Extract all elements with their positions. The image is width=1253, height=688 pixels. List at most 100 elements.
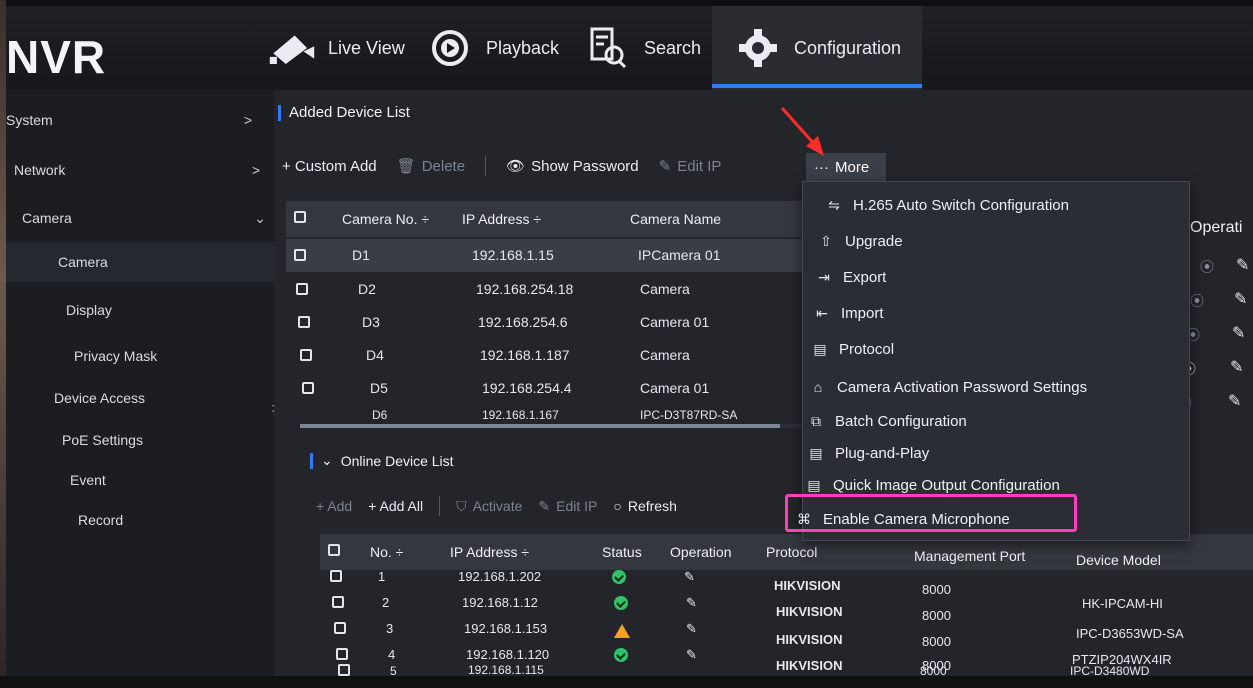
- nav-configuration[interactable]: Configuration: [712, 6, 922, 90]
- menu-item-import[interactable]: ⇤ Import: [803, 296, 1191, 330]
- col-management-port: Management Port: [914, 548, 1026, 564]
- sidebar-item-system[interactable]: System >: [6, 98, 274, 142]
- pencil-icon[interactable]: ✎: [1228, 391, 1241, 411]
- sidebar-item-label: System: [6, 112, 53, 128]
- cell-ip: 192.168.1.115: [468, 664, 544, 676]
- select-all-checkbox[interactable]: [294, 211, 306, 223]
- sidebar-item-camera[interactable]: Camera: [6, 242, 274, 282]
- select-all-checkbox[interactable]: [328, 544, 340, 556]
- pencil-icon[interactable]: ✎: [1234, 289, 1247, 309]
- menu-item-batch-configuration[interactable]: ⧉ Batch Configuration: [803, 404, 1191, 438]
- row-checkbox[interactable]: [294, 249, 306, 261]
- table-row[interactable]: D3 192.168.254.6 Camera 01: [290, 306, 802, 339]
- sidebar-item-network[interactable]: Network >: [6, 148, 274, 192]
- sidebar-item-poe-settings[interactable]: PoE Settings >: [6, 418, 286, 462]
- menu-item-label: Camera Activation Password Settings: [837, 378, 1088, 396]
- cell-ip: 192.168.254.4: [482, 380, 572, 396]
- add-all-button[interactable]: + Add All: [368, 498, 423, 514]
- document-icon: ▤: [813, 340, 827, 357]
- table-row[interactable]: 2 192.168.1.12 ✎ HIKVISION 8000: [324, 592, 1253, 623]
- row-checkbox[interactable]: [332, 596, 344, 608]
- menu-item-label: Protocol: [839, 340, 895, 358]
- table-row[interactable]: D5 192.168.254.4 Camera 01: [294, 372, 802, 405]
- refresh-button[interactable]: ○ Refresh: [613, 498, 677, 514]
- col-ip-address[interactable]: IP Address ÷: [462, 211, 541, 227]
- pencil-icon[interactable]: ✎: [1230, 357, 1243, 377]
- pencil-icon[interactable]: ✎: [686, 647, 697, 663]
- lock-icon: ⌂: [813, 379, 823, 395]
- cell-ip: 192.168.1.120: [466, 647, 550, 662]
- activate-button[interactable]: ⛉ Activate: [456, 498, 522, 515]
- row-checkbox[interactable]: [336, 648, 348, 660]
- chevron-right-icon: >: [243, 112, 252, 128]
- custom-add-button[interactable]: + Custom Add: [282, 158, 377, 175]
- cell-name: Camera 01: [640, 314, 710, 330]
- sidebar-item-display[interactable]: Display: [6, 288, 274, 332]
- nav-live-view-label: Live View: [328, 37, 405, 58]
- operation-column-partial: Operati ⦿ ✎ ⦿ ✎ ⦿ ✎ ⦿ ✎ ⦿ ✎: [1178, 181, 1253, 441]
- col-ip-address[interactable]: IP Address ÷: [450, 544, 529, 560]
- pencil-icon[interactable]: ✎: [686, 595, 697, 611]
- nav-playback[interactable]: Playback: [426, 6, 559, 90]
- scrollbar-thumb[interactable]: [300, 424, 780, 428]
- menu-item-plug-and-play[interactable]: ▤ Plug-and-Play: [803, 436, 1191, 470]
- cell-ip: 192.168.1.15: [472, 247, 554, 263]
- row-checkbox[interactable]: [302, 382, 314, 394]
- refresh-icon: ○: [613, 498, 622, 514]
- menu-item-protocol[interactable]: ▤ Protocol: [803, 332, 1191, 366]
- table-row[interactable]: 3 192.168.1.153 ✎ HIKVISION 8000 IPC-D36…: [326, 618, 1253, 649]
- pencil-icon[interactable]: ✎: [684, 569, 695, 585]
- nav-configuration-label: Configuration: [794, 37, 902, 58]
- section-title-text: Added Device List: [289, 104, 410, 121]
- menu-item-h265-auto-switch[interactable]: ⇋ H.265 Auto Switch Configuration: [803, 188, 1191, 222]
- row-checkbox[interactable]: [330, 570, 342, 582]
- edit-ip-label: Edit IP: [556, 498, 598, 514]
- sidebar-item-label: Privacy Mask: [74, 348, 158, 364]
- search-file-icon: [584, 24, 632, 72]
- sidebar-item-record[interactable]: Record >: [6, 498, 294, 542]
- menu-item-upgrade[interactable]: ⇧ Upgrade: [803, 224, 1191, 258]
- row-checkbox[interactable]: [334, 622, 346, 634]
- pencil-icon[interactable]: ✎: [1232, 323, 1245, 343]
- col-no[interactable]: No. ÷: [370, 544, 403, 560]
- row-checkbox[interactable]: [298, 316, 310, 328]
- cell-no: 5: [390, 664, 397, 676]
- menu-item-camera-activation-password[interactable]: ⌂ Camera Activation Password Settings: [803, 370, 1191, 404]
- table-row[interactable]: D2 192.168.254.18 Camera: [288, 273, 802, 306]
- status-ok-icon: [614, 648, 628, 662]
- chevron-right-icon: >: [251, 162, 260, 178]
- col-camera-no[interactable]: Camera No. ÷: [342, 211, 429, 227]
- sidebar-item-camera-group[interactable]: Camera ⌄: [6, 196, 274, 240]
- row-checkbox[interactable]: [338, 664, 350, 676]
- sidebar-item-device-access[interactable]: Device Access >: [6, 376, 280, 420]
- row-checkbox[interactable]: [300, 349, 312, 361]
- pencil-icon[interactable]: ✎: [686, 621, 697, 637]
- sidebar-item-privacy-mask[interactable]: Privacy Mask: [6, 334, 274, 378]
- nav-live-view[interactable]: Live View: [268, 6, 405, 90]
- table-row[interactable]: D4 192.168.1.187 Camera: [292, 339, 802, 372]
- nav-playback-label: Playback: [486, 37, 560, 58]
- menu-item-label: H.265 Auto Switch Configuration: [853, 196, 1069, 214]
- play-circle-icon[interactable]: ⦿: [1190, 291, 1204, 311]
- nav-search[interactable]: Search: [584, 6, 701, 90]
- table-row[interactable]: D1 192.168.1.15 IPCamera 01: [286, 239, 802, 272]
- col-camera-name[interactable]: Camera Name: [630, 211, 721, 227]
- online-device-list-title[interactable]: ⌄ Online Device List: [310, 452, 454, 469]
- sidebar-item-event[interactable]: Event >: [6, 458, 290, 502]
- status-ok-icon: [614, 596, 628, 610]
- table-row[interactable]: 5 192.168.1.115 8000 IPC-D3480WD: [330, 664, 1253, 676]
- menu-item-export[interactable]: ⇥ Export: [803, 260, 1191, 294]
- status-warning-icon: [614, 624, 630, 638]
- cell-name: Camera 01: [640, 380, 710, 396]
- show-password-button[interactable]: 👁 Show Password: [506, 157, 639, 176]
- add-button[interactable]: + Add: [316, 498, 352, 514]
- table-row[interactable]: D6 192.168.1.167 IPC-D3T87RD-SA: [296, 404, 802, 422]
- row-checkbox[interactable]: [296, 283, 308, 295]
- delete-button[interactable]: 🗑 Delete: [397, 157, 465, 176]
- table-row[interactable]: 1 192.168.1.202 ✎ HIKVISION 8000 HK-IPCA…: [322, 566, 1253, 611]
- play-circle-icon[interactable]: ⦿: [1200, 257, 1214, 277]
- edit-ip-button[interactable]: ✎ Edit IP: [538, 498, 597, 515]
- edit-ip-button[interactable]: ✎ Edit IP: [659, 157, 722, 176]
- pencil-icon[interactable]: ✎: [1236, 255, 1249, 275]
- camera-icon: [268, 24, 316, 72]
